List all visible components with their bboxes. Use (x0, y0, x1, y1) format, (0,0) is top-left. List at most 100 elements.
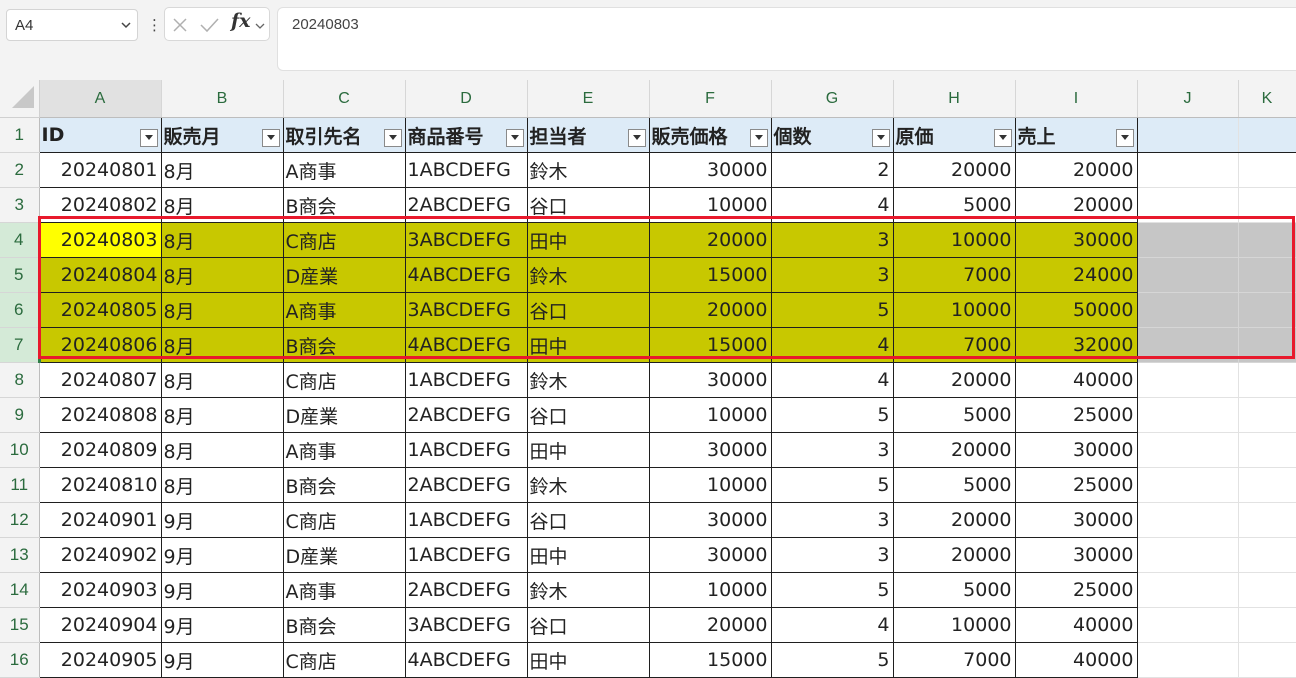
row-header[interactable]: 6 (0, 292, 41, 328)
cell-b2[interactable]: 8月 (161, 152, 284, 188)
cell-c6[interactable]: A商事 (283, 292, 406, 328)
select-all-corner[interactable] (0, 80, 40, 118)
cell-e8[interactable]: 鈴木 (527, 362, 650, 398)
cell-g5[interactable]: 3 (771, 257, 894, 293)
cell-c2[interactable]: A商事 (283, 152, 406, 188)
column-header-d[interactable]: D (405, 80, 528, 118)
cell-b3[interactable]: 8月 (161, 187, 284, 223)
cell-h16[interactable]: 7000 (893, 642, 1016, 678)
column-header-j[interactable]: J (1137, 80, 1239, 118)
cell-h3[interactable]: 5000 (893, 187, 1016, 223)
column-header-a[interactable]: A (39, 80, 162, 118)
cell-k11[interactable] (1238, 467, 1296, 503)
header-cell-h[interactable]: 原価 (893, 117, 1016, 153)
cell-h8[interactable]: 20000 (893, 362, 1016, 398)
cell-j3[interactable] (1137, 187, 1239, 223)
cell-d16[interactable]: 4ABCDEFG (405, 642, 528, 678)
cell-b9[interactable]: 8月 (161, 397, 284, 433)
cell-d7[interactable]: 4ABCDEFG (405, 327, 528, 363)
cell-g3[interactable]: 4 (771, 187, 894, 223)
cell-j7[interactable] (1137, 327, 1239, 363)
cell-g10[interactable]: 3 (771, 432, 894, 468)
cell-e13[interactable]: 田中 (527, 537, 650, 573)
cell-b14[interactable]: 9月 (161, 572, 284, 608)
row-header[interactable]: 11 (0, 467, 40, 503)
cell-i12[interactable]: 30000 (1015, 502, 1138, 538)
cell-k9[interactable] (1238, 397, 1296, 433)
cell-h9[interactable]: 5000 (893, 397, 1016, 433)
column-header-g[interactable]: G (771, 80, 894, 118)
cell-j11[interactable] (1137, 467, 1239, 503)
cell-f16[interactable]: 15000 (649, 642, 772, 678)
row-header[interactable]: 13 (0, 537, 40, 573)
cell-d3[interactable]: 2ABCDEFG (405, 187, 528, 223)
cell-h11[interactable]: 5000 (893, 467, 1016, 503)
cell-c11[interactable]: B商会 (283, 467, 406, 503)
cell-f13[interactable]: 30000 (649, 537, 772, 573)
cell-c5[interactable]: D産業 (283, 257, 406, 293)
row-header[interactable]: 12 (0, 502, 40, 538)
cell-c3[interactable]: B商会 (283, 187, 406, 223)
cell-k4[interactable] (1238, 222, 1296, 258)
header-cell-c[interactable]: 取引先名 (283, 117, 406, 153)
cell-f2[interactable]: 30000 (649, 152, 772, 188)
cell-i8[interactable]: 40000 (1015, 362, 1138, 398)
more-options-icon[interactable]: ⋮ (147, 16, 162, 34)
check-icon[interactable] (198, 16, 220, 34)
header-cell-d[interactable]: 商品番号 (405, 117, 528, 153)
cell-k12[interactable] (1238, 502, 1296, 538)
cell-d8[interactable]: 1ABCDEFG (405, 362, 528, 398)
row-header[interactable]: 2 (0, 152, 40, 188)
cell-j14[interactable] (1137, 572, 1239, 608)
chevron-down-icon[interactable] (120, 19, 132, 31)
cell-f7[interactable]: 15000 (649, 327, 772, 363)
cell-e6[interactable]: 谷口 (527, 292, 650, 328)
cell-k13[interactable] (1238, 537, 1296, 573)
cell-c13[interactable]: D産業 (283, 537, 406, 573)
cell-b10[interactable]: 8月 (161, 432, 284, 468)
cell-f4[interactable]: 20000 (649, 222, 772, 258)
cell-g11[interactable]: 5 (771, 467, 894, 503)
filter-dropdown-icon[interactable] (993, 129, 1012, 147)
chevron-down-icon[interactable] (254, 20, 266, 32)
cell-e5[interactable]: 鈴木 (527, 257, 650, 293)
cell-a13[interactable]: 20240902 (39, 537, 162, 573)
cell-i2[interactable]: 20000 (1015, 152, 1138, 188)
cell-a8[interactable]: 20240807 (39, 362, 162, 398)
row-header[interactable]: 4 (0, 222, 41, 258)
cell-e10[interactable]: 田中 (527, 432, 650, 468)
cell-i6[interactable]: 50000 (1015, 292, 1138, 328)
cell-d11[interactable]: 2ABCDEFG (405, 467, 528, 503)
cell-j12[interactable] (1137, 502, 1239, 538)
cell-j15[interactable] (1137, 607, 1239, 643)
column-header-h[interactable]: H (893, 80, 1016, 118)
cell-a15[interactable]: 20240904 (39, 607, 162, 643)
cell-g7[interactable]: 4 (771, 327, 894, 363)
cell-g6[interactable]: 5 (771, 292, 894, 328)
cell-d15[interactable]: 3ABCDEFG (405, 607, 528, 643)
cell-c16[interactable]: C商店 (283, 642, 406, 678)
cell-e7[interactable]: 田中 (527, 327, 650, 363)
row-header[interactable]: 9 (0, 397, 40, 433)
cell-f3[interactable]: 10000 (649, 187, 772, 223)
cell-j10[interactable] (1137, 432, 1239, 468)
cell-h2[interactable]: 20000 (893, 152, 1016, 188)
cell-b15[interactable]: 9月 (161, 607, 284, 643)
cell-e2[interactable]: 鈴木 (527, 152, 650, 188)
cell-d10[interactable]: 1ABCDEFG (405, 432, 528, 468)
header-cell-e[interactable]: 担当者 (527, 117, 650, 153)
cell-b4[interactable]: 8月 (161, 222, 284, 258)
header-cell-i[interactable]: 売上 (1015, 117, 1138, 153)
cell-f9[interactable]: 10000 (649, 397, 772, 433)
cell-c14[interactable]: A商事 (283, 572, 406, 608)
cell-a16[interactable]: 20240905 (39, 642, 162, 678)
cell-b13[interactable]: 9月 (161, 537, 284, 573)
cell-g12[interactable]: 3 (771, 502, 894, 538)
cell-b6[interactable]: 8月 (161, 292, 284, 328)
column-header-f[interactable]: F (649, 80, 772, 118)
cell-j2[interactable] (1137, 152, 1239, 188)
cell-f6[interactable]: 20000 (649, 292, 772, 328)
cell-j6[interactable] (1137, 292, 1239, 328)
cell-g15[interactable]: 4 (771, 607, 894, 643)
filter-dropdown-icon[interactable] (627, 129, 646, 147)
